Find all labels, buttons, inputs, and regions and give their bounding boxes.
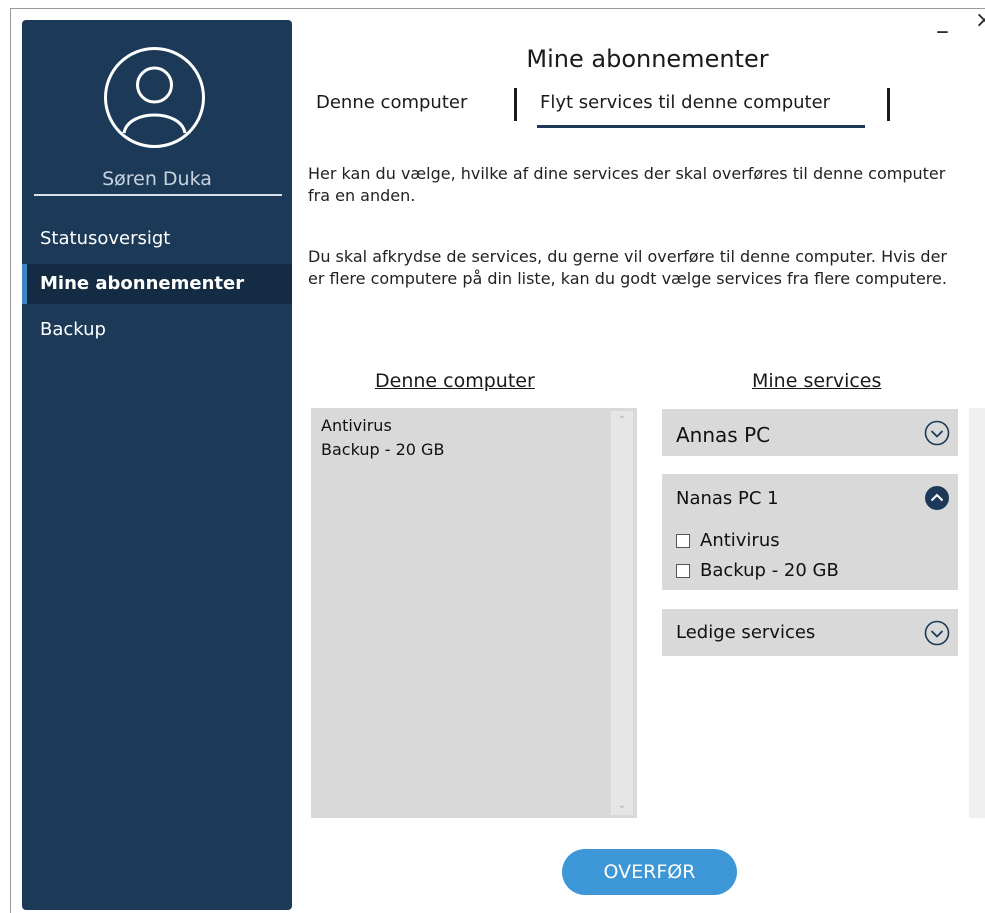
this-computer-services-list: Antivirus Backup - 20 GB bbox=[311, 408, 637, 818]
tab-flyt-services[interactable]: Flyt services til denne computer bbox=[540, 92, 830, 113]
left-scrollbar[interactable]: ⌃ ⌄ bbox=[611, 411, 633, 815]
minimize-button[interactable]: – bbox=[936, 18, 949, 44]
tab-denne-computer[interactable]: Denne computer bbox=[316, 92, 467, 113]
page-title: Mine abonnementer bbox=[526, 45, 769, 73]
service-group-label: Ledige services bbox=[676, 622, 816, 643]
list-item: Backup - 20 GB bbox=[321, 440, 445, 459]
transfer-button[interactable]: OVERFØR bbox=[562, 849, 737, 895]
list-item: Antivirus bbox=[321, 416, 392, 435]
scroll-up-icon[interactable]: ⌃ bbox=[611, 415, 633, 426]
checkbox-label: Backup - 20 GB bbox=[700, 560, 839, 581]
left-column-heading: Denne computer bbox=[375, 370, 535, 392]
user-name: Søren Duka bbox=[102, 168, 212, 190]
checkbox[interactable] bbox=[676, 533, 690, 548]
tab-separator bbox=[887, 88, 890, 121]
chevron-down-circle-icon[interactable] bbox=[924, 420, 950, 446]
user-divider bbox=[34, 194, 282, 196]
right-scrollbar[interactable] bbox=[969, 408, 985, 818]
service-group-annas-pc[interactable]: Annas PC bbox=[662, 409, 958, 456]
chevron-up-circle-filled-icon[interactable] bbox=[924, 485, 950, 511]
service-checkbox-row[interactable]: Backup - 20 GB bbox=[676, 560, 839, 581]
service-group-nanas-pc-1[interactable]: Nanas PC 1 Antivirus Backup - 20 GB bbox=[662, 474, 958, 590]
close-button[interactable]: × bbox=[975, 8, 985, 34]
service-group-label: Annas PC bbox=[676, 423, 771, 447]
right-column-heading: Mine services bbox=[752, 370, 882, 392]
checkbox[interactable] bbox=[676, 563, 690, 578]
sidebar-item-backup[interactable]: Backup bbox=[22, 310, 292, 350]
checkbox-label: Antivirus bbox=[700, 530, 780, 551]
scroll-down-icon[interactable]: ⌄ bbox=[611, 800, 633, 811]
service-group-label: Nanas PC 1 bbox=[676, 488, 779, 509]
intro-paragraph-1: Her kan du vælge, hvilke af dine service… bbox=[308, 164, 946, 205]
sidebar-item-mine-abonnementer[interactable]: Mine abonnementer bbox=[22, 264, 292, 304]
sidebar: Søren Duka Statusoversigt Mine abonnemen… bbox=[22, 20, 292, 910]
active-tab-indicator bbox=[537, 125, 865, 128]
chevron-down-circle-icon[interactable] bbox=[924, 620, 950, 646]
service-group-ledige-services[interactable]: Ledige services bbox=[662, 609, 958, 656]
user-circle-icon bbox=[104, 47, 205, 148]
tab-separator bbox=[514, 88, 517, 121]
service-checkbox-row[interactable]: Antivirus bbox=[676, 530, 780, 551]
intro-paragraph-2: Du skal afkrydse de services, du gerne v… bbox=[308, 247, 948, 288]
sidebar-item-statusoversigt[interactable]: Statusoversigt bbox=[22, 219, 292, 259]
